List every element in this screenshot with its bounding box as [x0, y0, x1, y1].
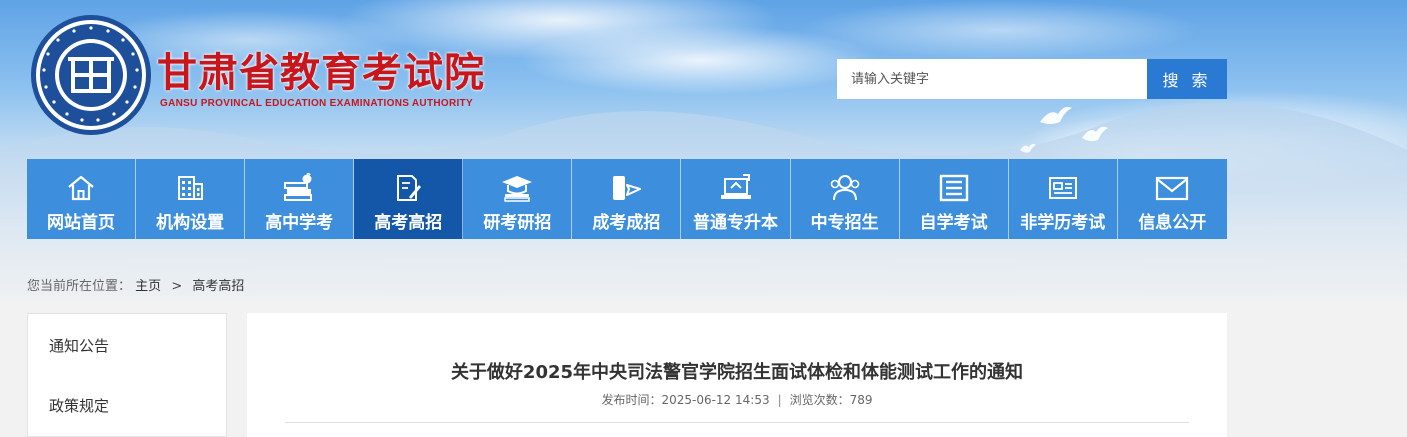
- nav-item-upgrade-exam[interactable]: 普通专升本: [681, 159, 791, 239]
- nav-label: 非学历考试: [1020, 213, 1106, 233]
- nav-item-adult-exam[interactable]: 成考成招: [572, 159, 682, 239]
- envelope-icon: [1155, 173, 1189, 203]
- nav-label: 机构设置: [156, 213, 225, 233]
- nav-label: 成考成招: [592, 213, 661, 233]
- nav-label: 中专招生: [810, 213, 879, 233]
- site-title: 甘肃省教育考试院: [157, 50, 485, 96]
- article-title: 关于做好2025年中央司法警官学院招生面试体检和体能测试工作的通知: [450, 362, 1024, 383]
- nav-item-self-study[interactable]: 自学考试: [900, 159, 1009, 239]
- nav-label: 自学考试: [919, 213, 988, 233]
- sidebar: 通知公告 政策规定: [27, 313, 227, 437]
- phone-send-icon: [609, 173, 643, 203]
- nav-item-college-entrance[interactable]: 高考高招: [354, 159, 464, 239]
- site-subtitle: GANSU PROVINCAL EDUCATION EXAMINATIONS A…: [160, 98, 473, 109]
- article-panel: 关于做好2025年中央司法警官学院招生面试体检和体能测试工作的通知 发布时间：2…: [247, 313, 1227, 437]
- books-apple-icon: [282, 173, 316, 203]
- publish-time-label: 发布时间：: [601, 393, 662, 407]
- nav-item-graduate-exam[interactable]: 研考研招: [463, 159, 573, 239]
- site-seal-logo[interactable]: [30, 14, 152, 136]
- sidebar-item-notices[interactable]: 通知公告: [28, 314, 226, 374]
- main-nav: 网站首页 机构设置 高中学考 高考高招 研考研招 成考成招 普通专升本 中专招生…: [27, 159, 1227, 239]
- breadcrumb-current-link[interactable]: 高考高招: [192, 279, 244, 294]
- nav-item-organization[interactable]: 机构设置: [136, 159, 246, 239]
- article-meta: 发布时间：2025-06-12 14:53 | 浏览次数：789: [247, 391, 1227, 408]
- breadcrumb-prefix: 您当前所在位置：: [27, 279, 132, 294]
- nav-label: 研考研招: [483, 213, 552, 233]
- breadcrumb: 您当前所在位置： 主页 > 高考高招: [27, 275, 244, 294]
- nav-item-non-degree[interactable]: 非学历考试: [1009, 159, 1118, 239]
- breadcrumb-home-link[interactable]: 主页: [135, 279, 161, 294]
- publish-time: 2025-06-12 14:53: [661, 393, 770, 407]
- nav-label: 信息公开: [1138, 213, 1207, 233]
- nav-label: 网站首页: [47, 213, 116, 233]
- nav-label: 普通专升本: [693, 213, 778, 233]
- nav-label: 高中学考: [265, 213, 334, 233]
- views-count: 789: [849, 393, 873, 407]
- nav-item-vocational[interactable]: 中专招生: [791, 159, 900, 239]
- search-input[interactable]: [837, 59, 1147, 99]
- site-header: 甘肃省教育考试院 GANSU PROVINCAL EDUCATION EXAMI…: [0, 0, 1407, 160]
- document-pen-icon: [391, 173, 425, 203]
- id-card-icon: [1046, 173, 1080, 203]
- graduation-cap-icon: [500, 173, 534, 203]
- nav-label: 高考高招: [374, 213, 443, 233]
- sidebar-item-policies[interactable]: 政策规定: [28, 374, 226, 434]
- views-label: 浏览次数：: [789, 393, 850, 407]
- article-divider-line: [285, 422, 1189, 423]
- laptop-upgrade-icon: [719, 173, 753, 203]
- nav-item-home[interactable]: 网站首页: [27, 159, 137, 239]
- meta-divider: |: [777, 393, 782, 407]
- people-icon: [828, 173, 862, 203]
- breadcrumb-separator: >: [171, 279, 183, 294]
- nav-item-info-disclosure[interactable]: 信息公开: [1118, 159, 1227, 239]
- home-icon: [64, 173, 98, 203]
- nav-item-high-school-exam[interactable]: 高中学考: [245, 159, 355, 239]
- building-icon: [173, 173, 207, 203]
- search-button[interactable]: 搜 索: [1147, 59, 1227, 99]
- book-lines-icon: [937, 173, 971, 203]
